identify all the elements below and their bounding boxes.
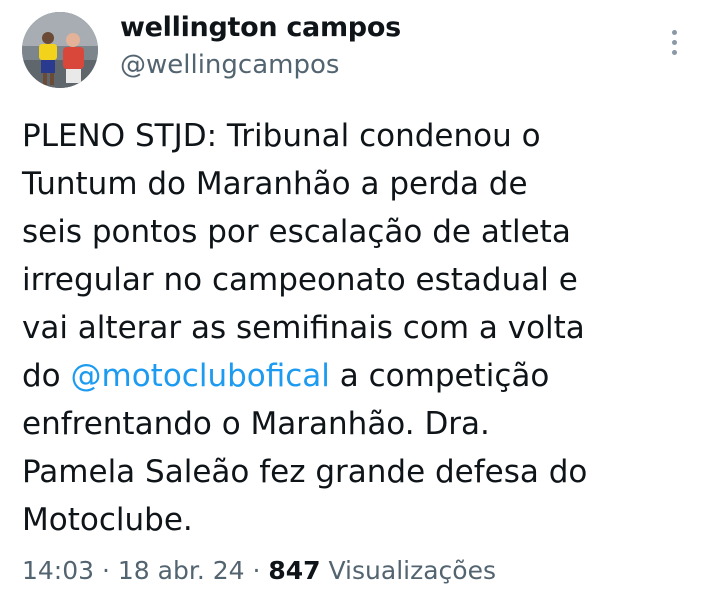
tweet-line: do @motoclubofical a competição <box>22 352 702 400</box>
tweet-line: seis pontos por escalação de atleta <box>22 214 571 250</box>
views-count[interactable]: 847 <box>268 556 320 585</box>
author-handle[interactable]: @wellingcampos <box>120 50 339 80</box>
avatar[interactable] <box>22 12 98 88</box>
tweet-text-segment: do <box>22 358 71 394</box>
tweet-line: vai alterar as semifinais com a volta <box>22 310 585 346</box>
more-dot <box>671 29 677 35</box>
tweet-line: PLENO STJD: Tribunal condenou o <box>22 118 541 154</box>
views-label: Visualizações <box>320 556 496 585</box>
separator: · <box>244 556 269 585</box>
tweet-time[interactable]: 14:03 <box>22 556 94 585</box>
mention-link[interactable]: @motoclubofical <box>71 358 330 394</box>
author-name[interactable]: wellington campos <box>120 12 401 43</box>
tweet-line: enfrentando o Maranhão. Dra. <box>22 406 490 442</box>
separator: · <box>94 556 118 585</box>
tweet-meta: 14:03 · 18 abr. 24 · 847 Visualizações <box>22 556 496 585</box>
tweet-line: Motoclube. <box>22 502 193 538</box>
tweet-line: irregular no campeonato estadual e <box>22 262 578 298</box>
more-dot <box>671 39 677 45</box>
more-vertical-icon[interactable] <box>662 24 686 60</box>
tweet-line: Pamela Saleão fez grande defesa do <box>22 454 588 490</box>
tweet: wellington campos @wellingcampos PLENO S… <box>0 0 709 600</box>
tweet-date[interactable]: 18 abr. 24 <box>118 556 245 585</box>
more-dot <box>671 49 677 55</box>
tweet-text-segment: a competição <box>329 358 550 394</box>
tweet-text: PLENO STJD: Tribunal condenou o Tuntum d… <box>22 112 702 544</box>
tweet-line: Tuntum do Maranhão a perda de <box>22 166 528 202</box>
